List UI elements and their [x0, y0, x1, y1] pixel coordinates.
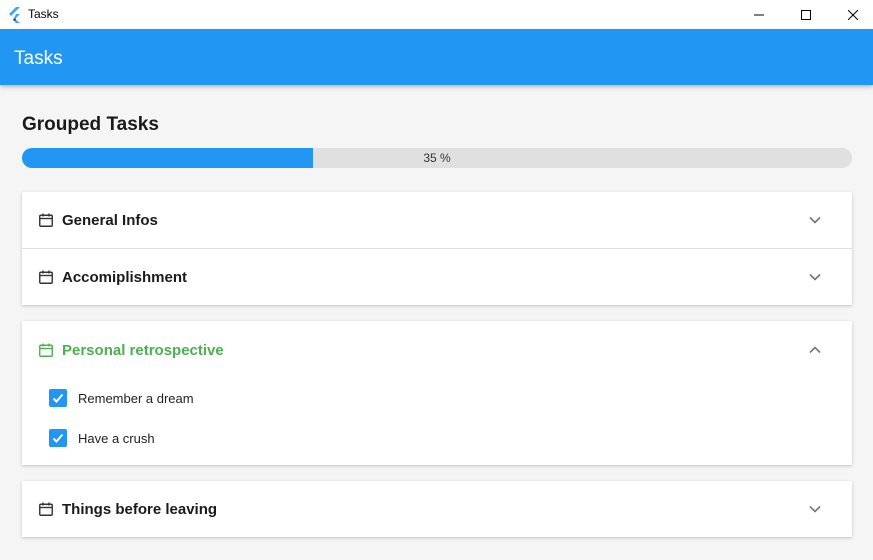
progress-bar: 35 %	[22, 148, 852, 168]
task-item[interactable]: Have a crush	[22, 417, 852, 457]
checkmark-icon	[52, 393, 64, 403]
task-groups-card: General Infos Accomiplishment	[22, 192, 852, 305]
task-label: Have a crush	[78, 431, 155, 446]
group-header-personal-retrospective[interactable]: Personal retrospective	[22, 322, 852, 378]
group-title: Things before leaving	[62, 501, 218, 518]
maximize-button[interactable]	[783, 0, 829, 29]
group-header-things-before-leaving[interactable]: Things before leaving	[22, 481, 852, 537]
group-title: Personal retrospective	[62, 342, 224, 359]
calendar-icon	[39, 502, 53, 516]
task-checkbox[interactable]	[49, 389, 67, 407]
chevron-down-icon[interactable]	[808, 214, 822, 226]
chevron-up-icon[interactable]	[808, 344, 822, 356]
group-header-general-infos[interactable]: General Infos	[22, 192, 852, 248]
progress-label: 35 %	[423, 151, 451, 165]
close-icon	[848, 9, 858, 20]
group-header-accomiplishment[interactable]: Accomiplishment	[22, 249, 852, 305]
task-label: Remember a dream	[78, 391, 194, 406]
chevron-down-icon[interactable]	[808, 503, 822, 515]
calendar-icon	[39, 213, 53, 227]
task-item[interactable]: Remember a dream	[22, 377, 852, 417]
app-bar-title: Tasks	[14, 48, 63, 69]
task-group-card-expanded: Personal retrospective Remember a dream …	[22, 321, 852, 465]
window-title: Tasks	[28, 7, 59, 21]
calendar-icon	[39, 270, 53, 284]
chevron-down-icon[interactable]	[808, 271, 822, 283]
maximize-icon	[801, 9, 811, 20]
app-bar: Tasks	[0, 29, 873, 85]
flutter-logo-icon	[9, 7, 20, 23]
minimize-button[interactable]	[736, 0, 782, 29]
page-title: Grouped Tasks	[22, 114, 159, 135]
minimize-icon	[754, 14, 764, 15]
task-checkbox[interactable]	[49, 429, 67, 447]
window-titlebar: Tasks	[0, 0, 873, 29]
checkmark-icon	[52, 433, 64, 443]
group-title: General Infos	[62, 212, 158, 229]
task-group-card: Things before leaving	[22, 481, 852, 537]
calendar-icon	[39, 343, 53, 357]
close-button[interactable]	[830, 0, 873, 29]
group-title: Accomiplishment	[62, 269, 188, 286]
